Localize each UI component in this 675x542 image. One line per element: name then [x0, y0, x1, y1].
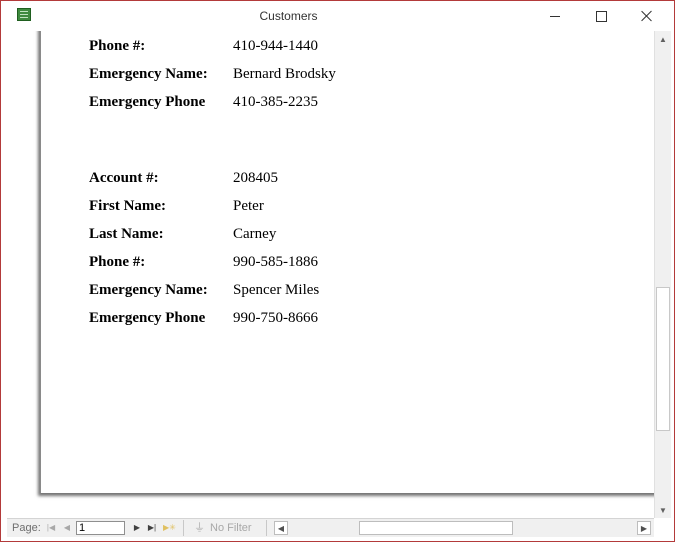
- field-row-last-name: Last Name: Carney: [41, 226, 641, 248]
- filter-status[interactable]: No Filter: [210, 522, 252, 534]
- field-row-emergency-phone: Emergency Phone 410-385-2235: [41, 94, 641, 116]
- record-navigation-bar: Page: |◀ ◀ 1 ▶ ▶| ▶✳ ⏚ No Filter ◀ ▶: [7, 518, 654, 537]
- nav-divider: [183, 520, 184, 536]
- horizontal-scroll-thumb[interactable]: [359, 521, 513, 535]
- field-row-first-name: First Name: Peter: [41, 198, 641, 220]
- field-row-emergency-name: Emergency Name: Spencer Miles: [41, 282, 641, 304]
- scroll-down-icon[interactable]: ▼: [655, 502, 671, 518]
- field-label: Last Name:: [89, 226, 164, 242]
- last-page-icon[interactable]: ▶|: [146, 521, 158, 535]
- report-page: Phone #: 410-944-1440 Emergency Name: Be…: [40, 31, 654, 494]
- field-value: 208405: [233, 170, 278, 186]
- field-label: Phone #:: [89, 254, 146, 270]
- first-page-icon[interactable]: |◀: [45, 521, 57, 535]
- maximize-button[interactable]: [578, 1, 624, 31]
- close-button[interactable]: [624, 1, 670, 31]
- field-label: First Name:: [89, 198, 167, 214]
- field-value: 990-750-8666: [233, 310, 318, 326]
- new-record-icon[interactable]: ▶✳: [163, 521, 176, 535]
- field-value: Bernard Brodsky: [233, 66, 336, 82]
- nav-divider: [266, 520, 267, 536]
- field-label: Emergency Name:: [89, 66, 208, 82]
- close-icon: [641, 10, 653, 22]
- field-row-emergency-phone: Emergency Phone 990-750-8666: [41, 310, 641, 332]
- report-preview-area: Phone #: 410-944-1440 Emergency Name: Be…: [7, 31, 654, 501]
- vertical-scrollbar[interactable]: ▲ ▼: [654, 31, 671, 518]
- field-value: Carney: [233, 226, 277, 242]
- previous-page-icon[interactable]: ◀: [61, 521, 73, 535]
- maximize-icon: [595, 10, 607, 22]
- field-row-phone: Phone #: 410-944-1440: [41, 38, 641, 60]
- title-bar[interactable]: Customers: [1, 1, 674, 31]
- field-value: Peter: [233, 198, 264, 214]
- field-label: Phone #:: [89, 38, 146, 54]
- field-label: Emergency Phone: [89, 310, 206, 326]
- scroll-left-icon[interactable]: ◀: [273, 520, 289, 536]
- minimize-icon: [550, 16, 560, 17]
- customers-report-window: Customers Phone #: 410-944-1440 Emergenc…: [0, 0, 675, 542]
- horizontal-scrollbar[interactable]: ◀ ▶: [273, 520, 652, 536]
- field-label: Emergency Phone: [89, 94, 206, 110]
- minimize-button[interactable]: [532, 1, 578, 31]
- vertical-scroll-thumb[interactable]: [656, 287, 670, 431]
- field-row-emergency-name: Emergency Name: Bernard Brodsky: [41, 66, 641, 88]
- field-value: 410-385-2235: [233, 94, 318, 110]
- field-value: Spencer Miles: [233, 282, 320, 298]
- field-value: 410-944-1440: [233, 38, 318, 54]
- scroll-right-icon[interactable]: ▶: [636, 520, 652, 536]
- next-page-icon[interactable]: ▶: [131, 521, 143, 535]
- field-label: Account #:: [89, 170, 159, 186]
- field-row-phone: Phone #: 990-585-1886: [41, 254, 641, 276]
- field-label: Emergency Name:: [89, 282, 208, 298]
- window-title: Customers: [259, 9, 318, 23]
- page-label: Page:: [12, 522, 41, 534]
- no-filter-icon[interactable]: ⏚: [194, 522, 208, 534]
- field-value: 990-585-1886: [233, 254, 318, 270]
- page-number-input[interactable]: 1: [76, 521, 125, 535]
- field-row-account: Account #: 208405: [41, 170, 641, 192]
- scroll-up-icon[interactable]: ▲: [655, 31, 671, 47]
